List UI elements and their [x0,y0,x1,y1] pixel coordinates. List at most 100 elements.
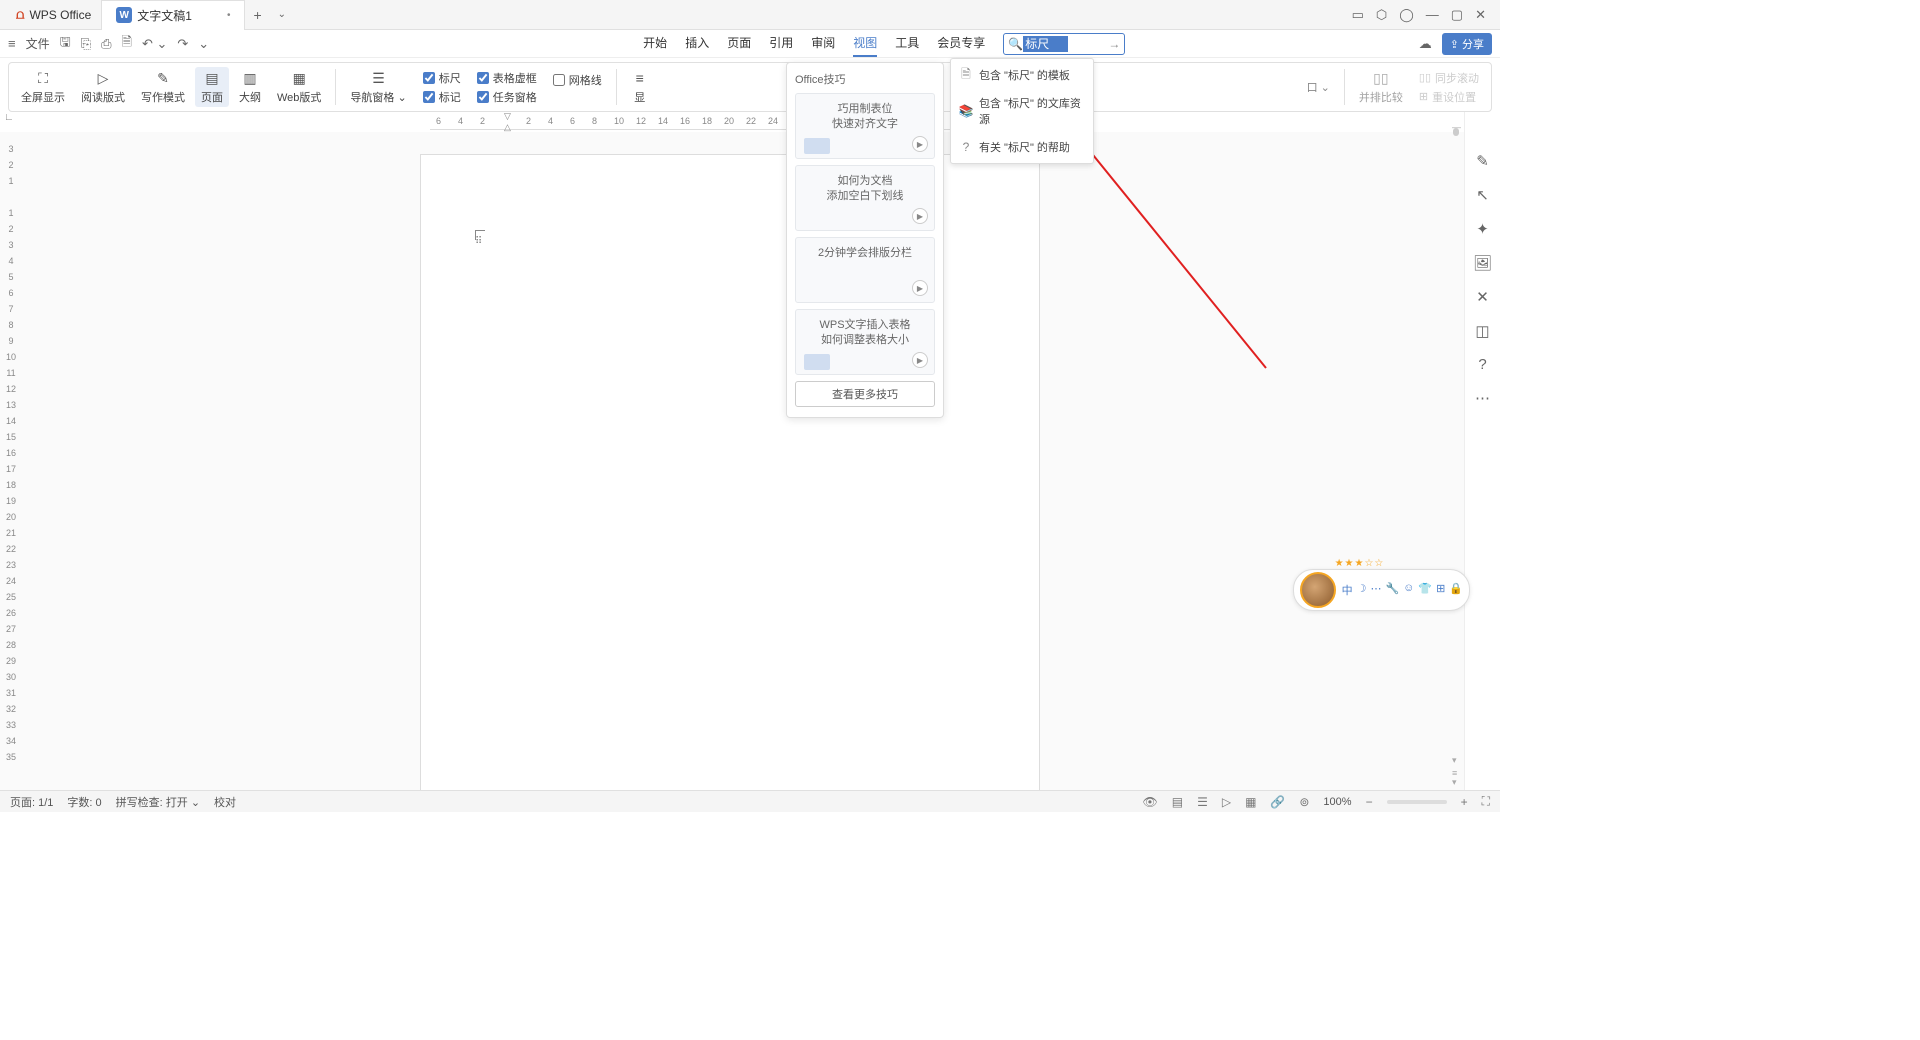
reading-mode-button[interactable]: ▷ 阅读版式 [75,67,131,107]
eye-icon[interactable]: 👁 [1142,795,1157,809]
reader-icon[interactable]: ▭ [1352,7,1364,23]
undo-icon[interactable]: ↶ ⌄ [142,36,167,52]
target-icon[interactable]: ⊚ [1299,795,1309,809]
zoom-slider[interactable] [1387,800,1447,804]
page-indicator[interactable]: 页面: 1/1 [10,794,53,810]
proof-status[interactable]: 校对 [214,794,236,810]
tab-start[interactable]: 开始 [643,30,667,57]
search-suggestion[interactable]: 📚包含 "标尺" 的文库资源 [951,89,1093,133]
view-page-icon[interactable]: ▤ [1172,795,1183,809]
tab-view[interactable]: 视图 [853,30,877,57]
document-tab[interactable]: W 文字文稿1 • [101,0,245,30]
zoom-out-icon[interactable]: − [1366,795,1373,809]
new-tab-button[interactable]: + [245,7,269,23]
tab-insert[interactable]: 插入 [685,30,709,57]
task-pane-checkbox[interactable]: 任务窗格 [477,89,537,105]
search-box[interactable]: 🔍 → [1003,33,1125,55]
side-compare-button[interactable]: ▯▯ 并排比较 [1353,67,1409,107]
more-icon[interactable]: ⋯ [1475,389,1490,407]
document-page[interactable] [420,154,1040,790]
vertical-ruler[interactable]: 3211234567891011121314151617181920212223… [2,144,20,790]
horizontal-ruler[interactable]: ∟ 642▽△246810121416182022242 [0,114,1500,132]
table-frame-checkbox[interactable]: 表格虚框 [477,70,537,86]
nav-pane-button[interactable]: ☰ 导航窗格 ⌄ [344,67,412,107]
dots-icon[interactable]: ⋯ [1370,582,1381,598]
search-input[interactable] [1023,36,1068,52]
search-suggestion[interactable]: ?有关 "标尺" 的帮助 [951,133,1093,161]
close-icon[interactable]: ✕ [1475,7,1486,23]
spellcheck-status[interactable]: 拼写检查: 打开 ⌄ [116,794,200,810]
word-count[interactable]: 字数: 0 [67,794,101,810]
print-icon[interactable]: ⎙ [101,36,111,52]
play-icon[interactable]: ▶ [912,280,928,296]
qat-more-icon[interactable]: ⌄ [198,36,209,52]
file-menu[interactable]: 文件 [26,35,50,52]
vertical-scrollbar[interactable]: — ▾ ≡ ▾ [1450,120,1462,788]
cube-icon[interactable]: ⬡ [1376,7,1387,23]
fullscreen-button[interactable]: ⛶ 全屏显示 [15,67,71,107]
grid-icon[interactable]: ⊞ [1436,582,1445,598]
tab-tools[interactable]: 工具 [895,30,919,57]
home-tab[interactable]: ⩍ WPS Office [6,0,101,30]
view-outline-icon[interactable]: ☰ [1197,795,1208,809]
drag-handle-icon[interactable]: ⠿ [475,236,482,247]
tip-card[interactable]: WPS文字插入表格如何调整表格大小▶ [795,309,935,375]
help-icon[interactable]: ? [1478,356,1486,373]
page-layout-button[interactable]: ▤ 页面 [195,67,229,107]
tab-menu-button[interactable]: ⌄ [270,9,294,20]
search-suggestion[interactable]: 🗎包含 "标尺" 的模板 [951,61,1093,89]
moon-icon[interactable]: ☽ [1357,582,1367,598]
user-icon[interactable]: ◯ [1399,7,1414,23]
play-icon[interactable]: ▶ [912,352,928,368]
play-icon[interactable]: ▶ [912,136,928,152]
avatar[interactable] [1300,572,1336,608]
outline-button[interactable]: ▥ 大纲 [233,67,267,107]
tab-reference[interactable]: 引用 [769,30,793,57]
image-icon[interactable]: 🖼 [1473,254,1492,272]
lock-icon[interactable]: 🔒 [1449,582,1463,598]
edit-icon[interactable]: ✎ [1476,152,1489,170]
minimize-icon[interactable]: — [1426,7,1439,23]
cursor-icon[interactable]: ↖ [1476,186,1489,204]
export-icon[interactable]: ⎘ [81,36,91,52]
more-tips-button[interactable]: 查看更多技巧 [795,381,935,407]
view-read-icon[interactable]: ▷ [1222,795,1231,809]
tab-page[interactable]: 页面 [727,30,751,57]
ruler-checkbox[interactable]: 标尺 [423,70,461,86]
ruler-corner-icon[interactable]: ∟ [4,112,14,123]
share-button[interactable]: ⇪ 分享 [1442,33,1492,55]
close-tab-icon[interactable]: • [227,10,231,21]
mark-checkbox[interactable]: 标记 [423,89,461,105]
writing-mode-button[interactable]: ✎ 写作模式 [135,67,191,107]
smile-icon[interactable]: ☺ [1403,582,1414,598]
view-web-icon[interactable]: ▦ [1245,795,1256,809]
reset-pos-button[interactable]: ⊞ 重设位置 [1419,89,1479,105]
tab-review[interactable]: 审阅 [811,30,835,57]
fit-icon[interactable]: ⛶ [1482,794,1490,809]
tools-icon[interactable]: ✕ [1476,288,1489,306]
maximize-icon[interactable]: ▢ [1451,7,1463,23]
bookmark-icon[interactable]: ◫ [1475,322,1489,340]
tip-card[interactable]: 巧用制表位快速对齐文字▶ [795,93,935,159]
hamburger-icon[interactable]: ≡ [8,36,16,51]
tab-member[interactable]: 会员专享 [937,30,985,57]
tip-card[interactable]: 如何为文档添加空白下划线▶ [795,165,935,231]
sparkle-icon[interactable]: ✦ [1476,220,1489,238]
web-layout-button[interactable]: ▦ Web版式 [271,67,327,107]
preview-icon[interactable]: 🗎 [122,33,132,55]
wrench-icon[interactable]: 🔧 [1385,582,1399,598]
shirt-icon[interactable]: 👕 [1418,582,1432,598]
search-submit-icon[interactable]: → [1108,37,1120,51]
ime-icon[interactable]: 中 [1342,582,1353,598]
gridlines-checkbox[interactable]: 网格线 [553,72,602,88]
redo-icon[interactable]: ↷ [177,36,188,52]
show-button[interactable]: ≡ 显 [625,67,655,107]
link-icon[interactable]: 🔗 [1270,795,1285,809]
save-icon[interactable]: 🖫 [60,33,71,55]
sync-scroll-button[interactable]: ▯▯ 同步滚动 [1419,70,1479,86]
tip-card[interactable]: 2分钟学会排版分栏▶ [795,237,935,303]
zoom-level[interactable]: 100% [1323,796,1351,808]
zoom-in-icon[interactable]: + [1461,795,1468,809]
cloud-icon[interactable]: ☁ [1419,36,1432,52]
assistant-widget[interactable]: ★★★☆☆ 中 ☽ ⋯ 🔧 ☺ 👕 ⊞ 🔒 [1293,558,1470,611]
